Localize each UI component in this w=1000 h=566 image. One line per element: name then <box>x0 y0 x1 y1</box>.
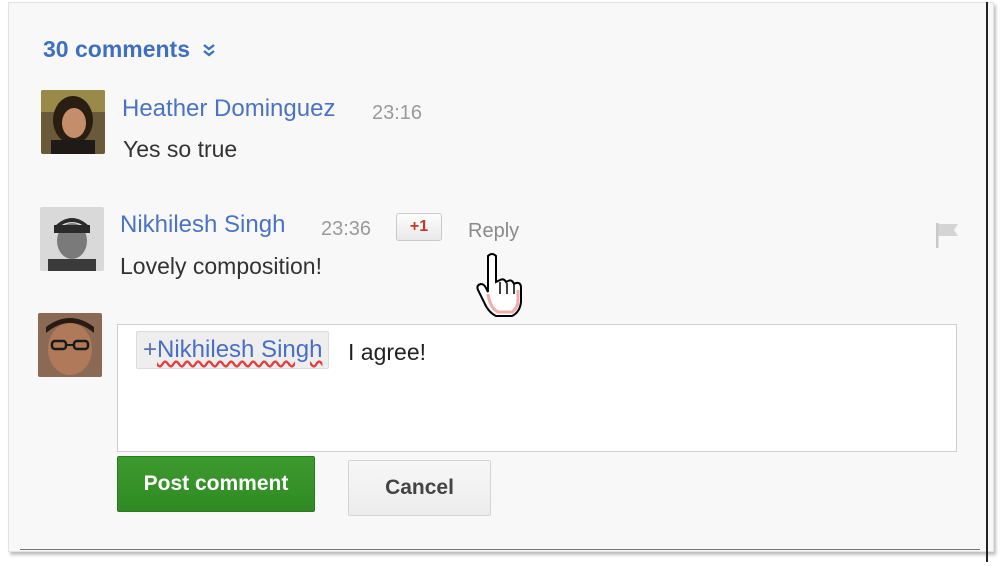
comment-text: Yes so true <box>123 136 238 162</box>
comments-count-label: 30 comments <box>43 36 191 62</box>
user-avatar-icon <box>40 207 104 271</box>
mention-name: Nikhilesh Singh <box>157 336 323 363</box>
user-avatar-icon <box>38 313 102 377</box>
flag-icon[interactable] <box>932 220 962 250</box>
hand-pointer-icon <box>476 253 522 317</box>
frame-edge <box>20 549 980 550</box>
comment-author[interactable]: Nikhilesh Singh <box>120 211 285 239</box>
comment-timestamp[interactable]: 23:36 <box>321 218 371 241</box>
avatar[interactable] <box>40 207 104 271</box>
reply-textarea[interactable]: + Nikhilesh Singh I agree! <box>117 324 957 452</box>
mention-plus-sign: + <box>143 336 158 363</box>
draft-text: I agree! <box>348 339 426 365</box>
comment-timestamp[interactable]: 23:16 <box>372 102 422 125</box>
double-chevron-down-icon <box>203 43 215 57</box>
avatar[interactable] <box>38 313 102 377</box>
plus-one-button[interactable]: +1 <box>396 213 442 241</box>
mention-chip[interactable]: + Nikhilesh Singh <box>136 331 330 369</box>
user-avatar-icon <box>41 90 105 154</box>
frame-edge <box>986 2 988 562</box>
comments-count-toggle[interactable]: 30 comments <box>43 36 216 63</box>
comment-text: Lovely composition! <box>120 253 322 279</box>
comment-author[interactable]: Heather Dominguez <box>122 95 335 123</box>
screenshot-canvas: 30 comments Heather Dominguez 23:16 Yes … <box>0 0 1000 566</box>
reply-link[interactable]: Reply <box>468 220 519 243</box>
avatar[interactable] <box>41 90 105 154</box>
cancel-button[interactable]: Cancel <box>348 460 491 516</box>
post-comment-button[interactable]: Post comment <box>117 456 315 512</box>
